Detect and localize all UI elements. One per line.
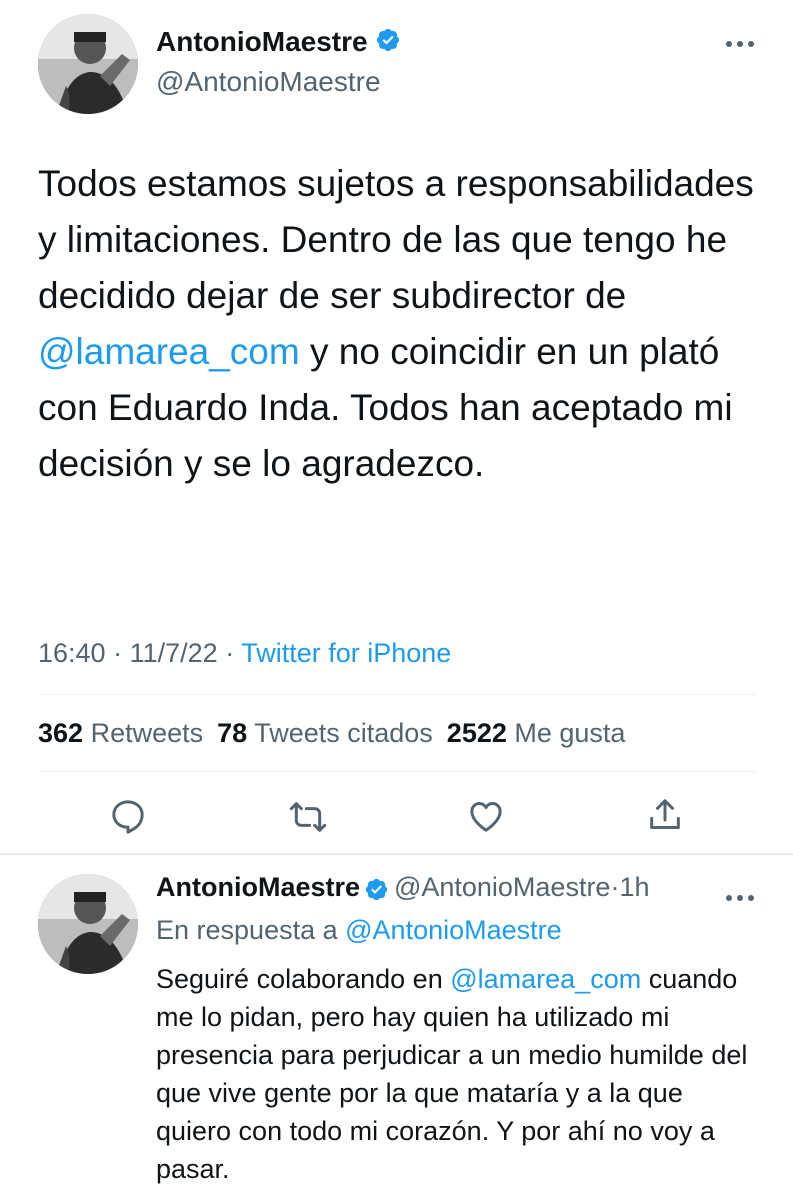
divider xyxy=(38,694,756,695)
retweet-icon xyxy=(289,802,327,832)
reply-handle[interactable]: @AntonioMaestre xyxy=(394,872,611,902)
tweet-text-part1: Todos estamos sujetos a responsabilidade… xyxy=(38,163,754,316)
tweet-meta: 16:40 · 11/7/22 · Twitter for iPhone xyxy=(38,638,451,669)
tweet-source-link[interactable]: Twitter for iPhone xyxy=(241,638,451,668)
more-horizontal-icon[interactable] xyxy=(722,30,758,54)
reply-button[interactable] xyxy=(108,796,148,836)
reply-context: En respuesta a @AntonioMaestre xyxy=(156,915,562,946)
reply-time[interactable]: 1h xyxy=(619,872,649,902)
likes-count: 2522 xyxy=(446,718,507,748)
verified-badge-icon xyxy=(375,27,401,60)
avatar-photo-icon xyxy=(38,14,138,114)
share-icon xyxy=(650,799,680,829)
reply-to-handle-link[interactable]: @AntonioMaestre xyxy=(345,915,562,945)
retweets-stat[interactable]: 362 Retweets xyxy=(38,718,203,748)
reply-body: Seguiré colaborando en @lamarea_com cuan… xyxy=(156,960,756,1188)
like-icon xyxy=(470,802,502,832)
reply-display-name[interactable]: AntonioMaestre xyxy=(156,872,360,902)
retweets-count: 362 xyxy=(38,718,84,748)
tweet-stats: 362 Retweets 78 Tweets citados 2522 Me gus… xyxy=(38,718,625,749)
tweet-body: Todos estamos sujetos a responsabilidade… xyxy=(38,156,758,492)
reply-author-line: AntonioMaestre @AntonioMaestre·1h xyxy=(156,872,650,907)
quotes-count: 78 xyxy=(217,718,248,748)
mention-link[interactable]: @lamarea_com xyxy=(38,331,300,372)
more-horizontal-icon[interactable] xyxy=(722,884,758,908)
tweet-date[interactable]: 11/7/22 xyxy=(130,638,218,668)
retweets-label: Retweets xyxy=(90,718,204,748)
reply-text-part2: cuando me lo pidan, pero hay quien ha ut… xyxy=(156,964,748,1184)
mention-link[interactable]: @lamarea_com xyxy=(450,964,641,994)
avatar-photo-icon xyxy=(38,874,138,974)
verified-badge-icon xyxy=(364,877,389,907)
reply-author-avatar[interactable] xyxy=(38,874,138,974)
quotes-label: Tweets citados xyxy=(254,718,433,748)
author-display-name[interactable]: AntonioMaestre xyxy=(156,26,401,60)
likes-label: Me gusta xyxy=(514,718,626,748)
divider xyxy=(38,771,756,772)
tweet-time[interactable]: 16:40 xyxy=(38,638,106,668)
likes-stat[interactable]: 2522 Me gusta xyxy=(447,718,626,748)
meta-separator: · xyxy=(113,638,123,668)
author-avatar[interactable] xyxy=(38,14,138,114)
tweet-separator xyxy=(0,853,793,855)
retweet-button[interactable] xyxy=(288,797,328,837)
reply-text-part1: Seguiré colaborando en xyxy=(156,964,451,994)
quotes-stat[interactable]: 78 Tweets citados xyxy=(217,718,433,748)
share-button[interactable] xyxy=(645,795,685,835)
like-button[interactable] xyxy=(466,796,506,836)
display-name-text: AntonioMaestre xyxy=(156,26,368,57)
meta-separator: · xyxy=(225,638,235,668)
reply-to-label: En respuesta a xyxy=(156,915,338,945)
reply-icon xyxy=(112,800,144,834)
author-handle[interactable]: @AntonioMaestre xyxy=(156,66,381,98)
